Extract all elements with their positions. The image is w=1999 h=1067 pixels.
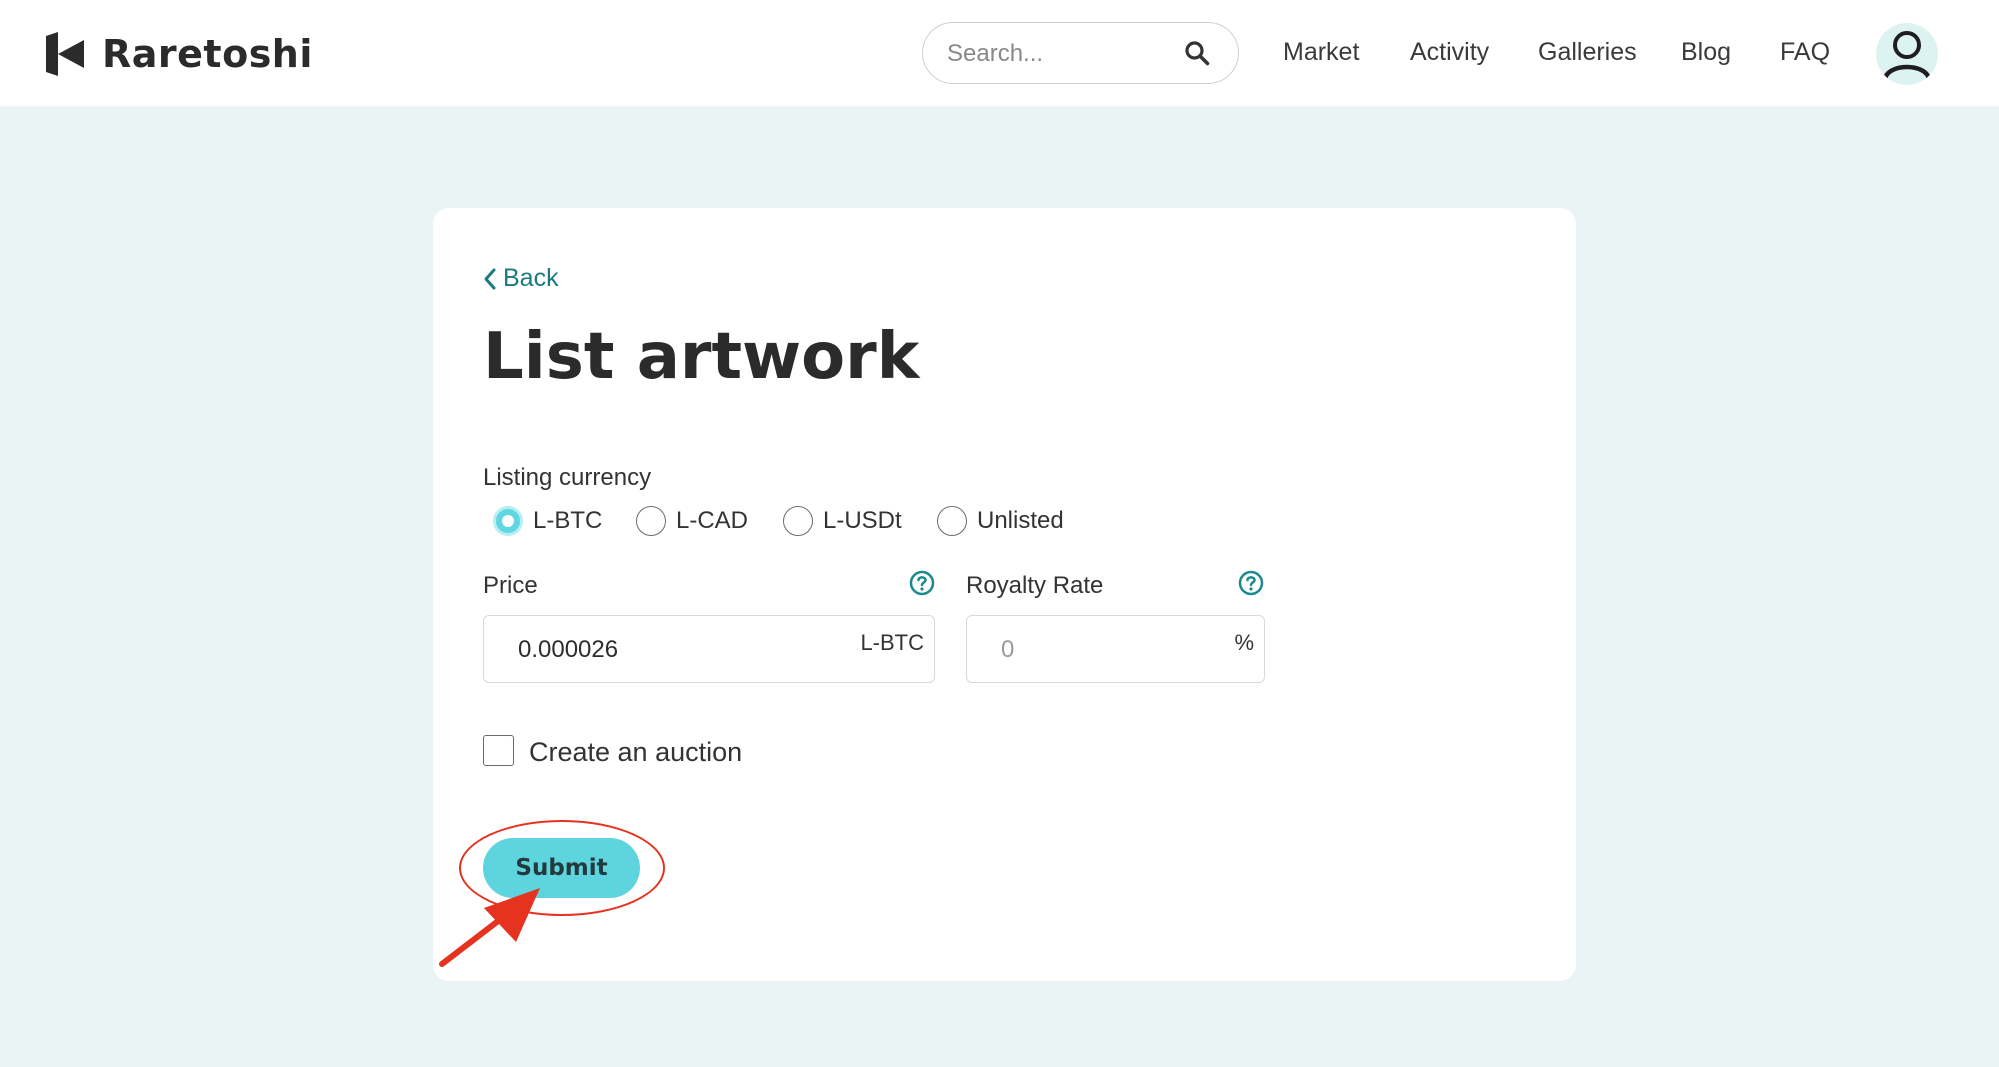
radio-lbtc[interactable]: L-BTC	[493, 506, 602, 536]
brand-logo-link[interactable]: Raretoshi	[44, 30, 313, 78]
nav-item-market[interactable]: Market	[1283, 38, 1359, 67]
list-artwork-card: Back List artwork Listing currency L-BTC…	[433, 208, 1576, 981]
royalty-help-icon[interactable]	[1238, 570, 1264, 596]
royalty-rate-unit: %	[1234, 630, 1254, 655]
nav-item-galleries[interactable]: Galleries	[1538, 38, 1637, 67]
create-auction-option[interactable]: Create an auction	[483, 735, 743, 767]
price-help-icon[interactable]	[909, 570, 935, 596]
user-avatar-icon	[1882, 31, 1932, 82]
user-avatar-button[interactable]	[1876, 23, 1938, 85]
create-auction-label: Create an auction	[529, 737, 743, 767]
search-icon[interactable]	[1184, 40, 1210, 66]
back-link-label: Back	[503, 264, 559, 292]
radio-lbtc-circle[interactable]	[493, 506, 523, 536]
price-field[interactable]: L-BTC	[483, 615, 935, 683]
radio-unlisted-circle[interactable]	[937, 506, 967, 536]
royalty-rate-field[interactable]: %	[966, 615, 1265, 683]
radio-unlisted-label: Unlisted	[977, 507, 1064, 534]
nav-item-blog[interactable]: Blog	[1681, 38, 1731, 67]
radio-lusdt[interactable]: L-USDt	[783, 506, 902, 536]
radio-lcad[interactable]: L-CAD	[636, 506, 748, 536]
price-unit: L-BTC	[860, 630, 924, 655]
royalty-rate-input[interactable]	[1001, 633, 1201, 667]
raretoshi-logo-icon	[46, 32, 84, 76]
back-link[interactable]: Back	[483, 264, 559, 293]
royalty-rate-label: Royalty Rate	[966, 572, 1104, 599]
price-label: Price	[483, 572, 538, 599]
search-box[interactable]	[922, 22, 1239, 84]
page-title: List artwork	[483, 320, 920, 394]
top-navigation-bar: Raretoshi Market Activity Galleries Blog…	[0, 0, 1999, 106]
search-input[interactable]	[945, 35, 1169, 73]
nav-item-activity[interactable]: Activity	[1410, 38, 1489, 67]
radio-lusdt-circle[interactable]	[783, 506, 813, 536]
price-input[interactable]	[518, 633, 818, 667]
radio-lbtc-label: L-BTC	[533, 507, 603, 534]
listing-currency-label: Listing currency	[483, 464, 652, 491]
create-auction-checkbox[interactable]	[483, 735, 514, 766]
radio-lcad-label: L-CAD	[676, 507, 749, 534]
radio-lcad-circle[interactable]	[636, 506, 666, 536]
submit-button[interactable]: Submit	[483, 838, 640, 898]
brand-name: Raretoshi	[102, 32, 313, 76]
chevron-left-icon	[484, 268, 496, 289]
radio-lusdt-label: L-USDt	[823, 507, 902, 534]
radio-unlisted[interactable]: Unlisted	[937, 506, 1064, 536]
nav-item-faq[interactable]: FAQ	[1780, 38, 1830, 67]
